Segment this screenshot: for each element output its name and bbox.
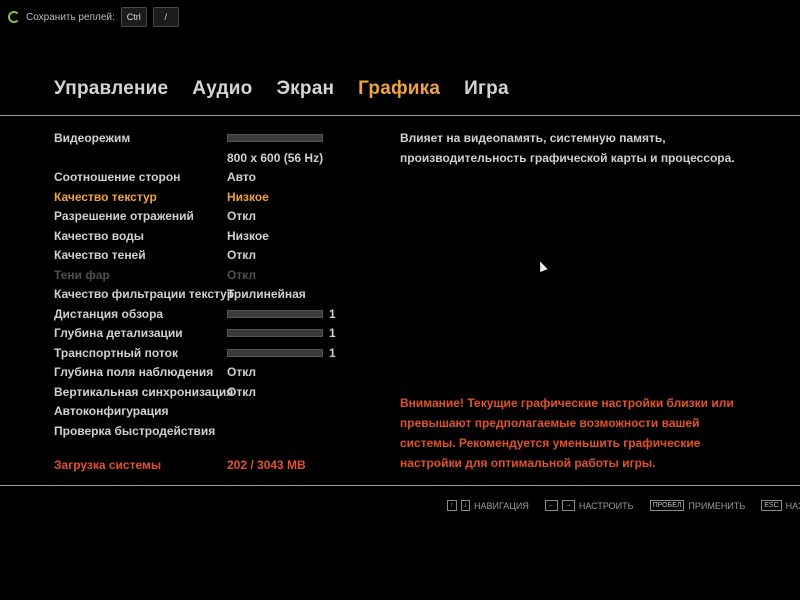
- setting-video-mode[interactable]: Видеорежим: [54, 128, 329, 147]
- arrow-up-icon: ↑: [447, 500, 457, 511]
- mouse-cursor-icon: [536, 259, 548, 273]
- tab-audio[interactable]: Аудио: [192, 78, 252, 100]
- traffic-slider[interactable]: [227, 348, 323, 357]
- setting-depth-of-field[interactable]: Глубина поля наблюдения Откл: [54, 362, 256, 381]
- slider-number: 1: [329, 306, 336, 321]
- setting-label: Качество воды: [54, 228, 145, 243]
- slider-number: 1: [329, 345, 336, 360]
- apply-button[interactable]: ПРИМЕНИТЬ: [688, 501, 745, 511]
- setting-label: Соотношение сторон: [54, 169, 181, 184]
- setting-value: Откл: [227, 364, 256, 379]
- setting-reflection-resolution[interactable]: Разрешение отражений Откл: [54, 206, 256, 225]
- back-button[interactable]: НАЗАД: [786, 501, 800, 511]
- top-divider: [0, 115, 800, 116]
- setting-description: Влияет на видеопамять, системную память,…: [400, 131, 735, 165]
- performance-warning: Внимание! Текущие графические настройки …: [400, 396, 734, 470]
- setting-label: Тени фар: [54, 267, 110, 282]
- setting-label: Дистанция обзора: [54, 306, 164, 321]
- esc-key-icon: ESC: [761, 500, 782, 511]
- loading-spinner-icon: [8, 11, 20, 23]
- setting-label: Вертикальная синхронизация: [54, 384, 234, 399]
- slider-number: 1: [329, 325, 336, 340]
- arrow-down-icon: ↓: [460, 500, 470, 511]
- setting-label: Видеорежим: [54, 130, 131, 145]
- setting-value: Откл: [227, 208, 256, 223]
- adjust-hint: НАСТРОИТЬ: [578, 500, 634, 511]
- bottom-divider: [0, 485, 800, 486]
- setting-aspect-ratio[interactable]: Соотношение сторон Авто: [54, 167, 256, 186]
- setting-headlight-shadows: Тени фар Откл: [54, 265, 256, 284]
- resolution-value: 800 x 600 (56 Hz): [227, 150, 324, 165]
- tab-display[interactable]: Экран: [276, 78, 334, 100]
- ctrl-key-badge: Ctrl: [120, 7, 147, 27]
- setting-value: Откл: [227, 247, 256, 262]
- setting-water-quality[interactable]: Качество воды Низкое: [54, 226, 269, 245]
- setting-texture-quality[interactable]: Качество текстур Низкое: [54, 187, 269, 206]
- setting-value: Откл: [227, 267, 256, 282]
- setting-label: Качество текстур: [54, 189, 157, 204]
- setting-texture-filtering[interactable]: Качество фильтрации текстур Трилинейная: [54, 284, 306, 303]
- save-replay-label: Сохранить реплей:: [26, 11, 115, 23]
- controls-hint-bar: ↑ ↓ НАВИГАЦИЯ ← → НАСТРОИТЬ ПРОБЕЛ ПРИМЕ…: [447, 500, 800, 511]
- setting-benchmark[interactable]: Проверка быстродействия: [54, 421, 227, 440]
- tab-controls[interactable]: Управление: [54, 78, 168, 100]
- setting-label: Автоконфигурация: [54, 403, 169, 418]
- setting-autoconfig[interactable]: Автоконфигурация: [54, 401, 227, 420]
- arrow-right-icon: →: [561, 500, 575, 511]
- space-key-icon: ПРОБЕЛ: [649, 500, 685, 511]
- setting-label: Глубина поля наблюдения: [54, 364, 214, 379]
- setting-value: Трилинейная: [227, 286, 306, 301]
- setting-value: Низкое: [227, 228, 269, 243]
- save-replay-bar: Сохранить реплей: Ctrl /: [8, 6, 179, 28]
- arrow-left-icon: ←: [544, 500, 558, 511]
- setting-label: Разрешение отражений: [54, 208, 194, 223]
- system-load-value: 202 / 3043 MB: [227, 457, 306, 472]
- setting-view-distance[interactable]: Дистанция обзора 1: [54, 304, 336, 323]
- setting-label: Глубина детализации: [54, 325, 183, 340]
- setting-value: Низкое: [227, 189, 269, 204]
- setting-shadow-quality[interactable]: Качество теней Откл: [54, 245, 256, 264]
- system-load-label: Загрузка системы: [54, 457, 162, 472]
- detail-depth-slider[interactable]: [227, 328, 323, 337]
- system-load: Загрузка системы 202 / 3043 MB: [54, 455, 306, 474]
- setting-label: Проверка быстродействия: [54, 423, 216, 438]
- setting-value: Откл: [227, 384, 256, 399]
- navigate-hint: НАВИГАЦИЯ: [474, 500, 529, 511]
- video-mode-slider[interactable]: [227, 133, 323, 142]
- setting-detail-depth[interactable]: Глубина детализации 1: [54, 323, 336, 342]
- setting-resolution[interactable]: 800 x 600 (56 Hz): [54, 148, 323, 167]
- setting-label: Качество теней: [54, 247, 146, 262]
- setting-label: Транспортный поток: [54, 345, 178, 360]
- setting-traffic[interactable]: Транспортный поток 1: [54, 343, 336, 362]
- view-distance-slider[interactable]: [227, 309, 323, 318]
- tab-game[interactable]: Игра: [464, 78, 509, 100]
- tab-graphics[interactable]: Графика: [358, 78, 440, 100]
- setting-value: Авто: [227, 169, 256, 184]
- slash-key-badge: /: [152, 7, 179, 27]
- settings-tabs: Управление Аудио Экран Графика Игра: [54, 78, 509, 100]
- setting-label: Качество фильтрации текстур: [54, 286, 235, 301]
- setting-vsync[interactable]: Вертикальная синхронизация Откл: [54, 382, 256, 401]
